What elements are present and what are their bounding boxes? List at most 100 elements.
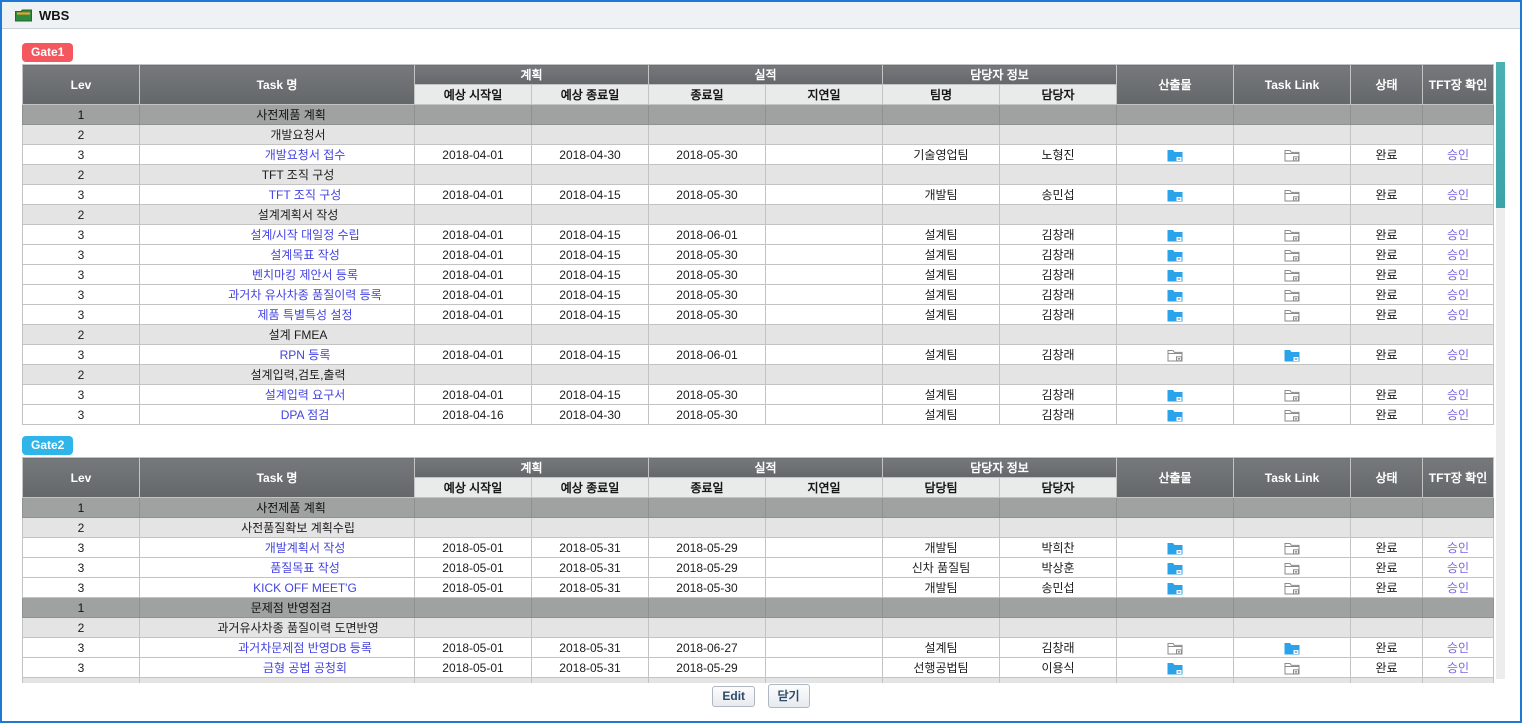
header-delay: 지연일 [766,85,883,105]
cell-plan-start [415,365,532,385]
output-folder-filled-icon[interactable] [1167,249,1183,262]
task-row-lev3: 3품질목표 작성2018-05-012018-05-312018-05-29신차… [23,558,1494,578]
cell-plan-end: 2018-05-31 [532,558,649,578]
approve-link[interactable]: 승인 [1447,148,1469,162]
tasklink-folder-empty-icon[interactable] [1284,562,1300,575]
tasklink-folder-empty-icon[interactable] [1284,409,1300,422]
cell-task-name: TFT 조직 구성 [140,165,415,185]
cell-plan-start [415,325,532,345]
tasklink-folder-empty-icon[interactable] [1284,269,1300,282]
close-button[interactable]: 닫기 [768,684,810,708]
cell-lev: 2 [23,165,140,185]
cell-owner [1000,105,1117,125]
approve-link[interactable]: 승인 [1447,408,1469,422]
tasklink-folder-empty-icon[interactable] [1284,189,1300,202]
cell-output [1117,105,1234,125]
approve-link[interactable]: 승인 [1447,248,1469,262]
cell-task-name: RPN 등록 [140,345,415,365]
output-folder-filled-icon[interactable] [1167,542,1183,555]
task-name-link[interactable]: KICK OFF MEET'G [253,581,357,595]
approve-link[interactable]: 승인 [1447,288,1469,302]
task-name-link[interactable]: 설계입력 요구서 [265,388,346,402]
tasklink-folder-empty-icon[interactable] [1284,662,1300,675]
task-name-link[interactable]: TFT 조직 구성 [269,188,342,202]
output-folder-filled-icon[interactable] [1167,582,1183,595]
approve-link[interactable]: 승인 [1447,228,1469,242]
task-row-lev3: 3과거차 유사차종 품질이력 등록2018-04-012018-04-15201… [23,285,1494,305]
output-folder-filled-icon[interactable] [1167,562,1183,575]
output-folder-filled-icon[interactable] [1167,389,1183,402]
tasklink-folder-filled-icon[interactable] [1284,642,1300,655]
cell-status: 완료 [1351,285,1423,305]
cell-task-name: 사전제품 계획 [140,498,415,518]
cell-owner: 노형진 [1000,145,1117,165]
approve-link[interactable]: 승인 [1447,388,1469,402]
cell-delay [766,405,883,425]
task-name-link[interactable]: 과거차문제점 반영DB 등록 [238,641,372,655]
cell-owner [1000,125,1117,145]
task-name-link[interactable]: DPA 점검 [281,408,330,422]
scrollbar-thumb[interactable] [1496,62,1505,208]
task-name-link[interactable]: RPN 등록 [280,348,331,362]
task-name-link[interactable]: 개발요청서 접수 [265,148,346,162]
task-name-link[interactable]: 벤치마킹 제안서 등록 [252,268,358,282]
edit-button[interactable]: Edit [712,686,755,707]
cell-task-name: 설계입력,검토,출력 [140,365,415,385]
approve-link[interactable]: 승인 [1447,308,1469,322]
output-folder-empty-icon[interactable] [1167,642,1183,655]
output-folder-filled-icon[interactable] [1167,149,1183,162]
approve-link[interactable]: 승인 [1447,541,1469,555]
cell-plan-end [532,325,649,345]
approve-link[interactable]: 승인 [1447,348,1469,362]
approve-link[interactable]: 승인 [1447,268,1469,282]
cell-status [1351,618,1423,638]
cell-team: 개발팀 [883,578,1000,598]
approve-link[interactable]: 승인 [1447,188,1469,202]
task-name-link[interactable]: 설계목표 작성 [270,248,340,262]
cell-output [1117,165,1234,185]
approve-link[interactable]: 승인 [1447,561,1469,575]
output-folder-filled-icon[interactable] [1167,189,1183,202]
task-row-lev1: 1사전제품 계획 [23,498,1494,518]
output-folder-filled-icon[interactable] [1167,229,1183,242]
cell-team: 설계팀 [883,285,1000,305]
tasklink-folder-filled-icon[interactable] [1284,349,1300,362]
approve-link[interactable]: 승인 [1447,581,1469,595]
cell-task-name: 과거유사차종 품질이력 도면반영 [140,618,415,638]
cell-delay [766,498,883,518]
output-folder-filled-icon[interactable] [1167,662,1183,675]
approve-link[interactable]: 승인 [1447,641,1469,655]
task-name-link[interactable]: 개발계획서 작성 [265,541,346,555]
vertical-scrollbar[interactable] [1496,62,1505,679]
cell-output [1117,638,1234,658]
tasklink-folder-empty-icon[interactable] [1284,289,1300,302]
cell-actual-end: 2018-05-30 [649,285,766,305]
approve-link[interactable]: 승인 [1447,661,1469,675]
tasklink-folder-empty-icon[interactable] [1284,542,1300,555]
tasklink-folder-empty-icon[interactable] [1284,389,1300,402]
cell-confirm: 승인 [1423,578,1494,598]
output-folder-filled-icon[interactable] [1167,309,1183,322]
header-plan-group: 계획 [415,458,649,478]
task-name-link[interactable]: 설계/시작 대일정 수립 [250,228,359,242]
output-folder-empty-icon[interactable] [1167,349,1183,362]
tasklink-folder-empty-icon[interactable] [1284,149,1300,162]
output-folder-filled-icon[interactable] [1167,409,1183,422]
cell-plan-end [532,365,649,385]
cell-task-name: KICK OFF MEET'G [140,578,415,598]
task-name-link[interactable]: 품질목표 작성 [270,561,340,575]
clipped-cell [883,678,1000,683]
tasklink-folder-empty-icon[interactable] [1284,582,1300,595]
tasklink-folder-empty-icon[interactable] [1284,309,1300,322]
tasklink-folder-empty-icon[interactable] [1284,249,1300,262]
output-folder-filled-icon[interactable] [1167,269,1183,282]
output-folder-filled-icon[interactable] [1167,289,1183,302]
task-name-link[interactable]: 제품 특별특성 설정 [258,308,353,322]
task-name-link[interactable]: 금형 공법 공청회 [263,661,347,675]
header-actual-group: 실적 [649,65,883,85]
task-row-lev2: 2설계입력,검토,출력 [23,365,1494,385]
task-name-link[interactable]: 과거차 유사차종 품질이력 등록 [228,288,382,302]
cell-owner [1000,618,1117,638]
tasklink-folder-empty-icon[interactable] [1284,229,1300,242]
cell-lev: 3 [23,538,140,558]
